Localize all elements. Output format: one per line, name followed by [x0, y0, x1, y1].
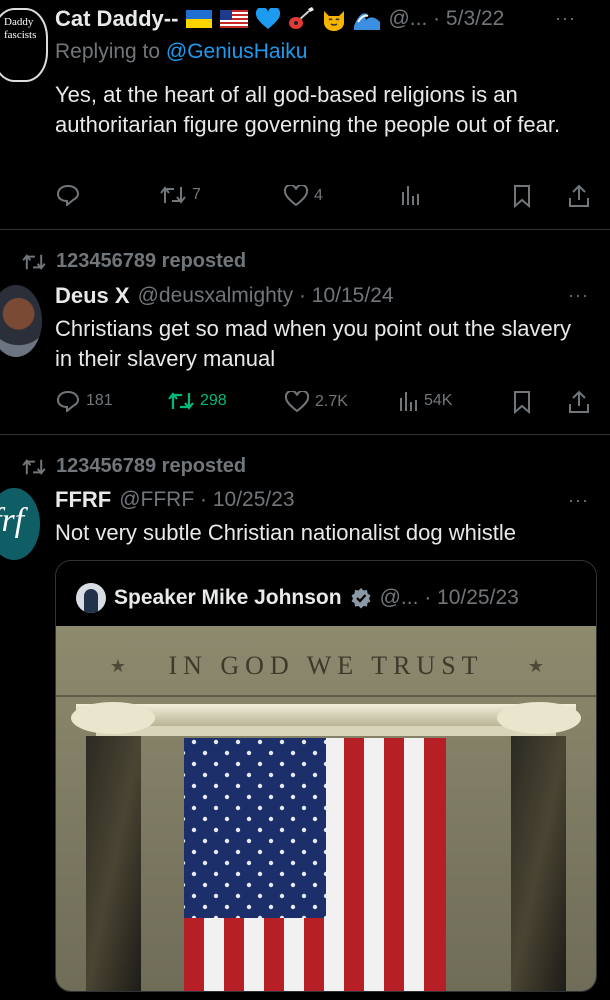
- tweet-text: Yes, at the heart of all god-based relig…: [55, 82, 561, 137]
- quote-handle-date: @... · 10/25/23: [379, 586, 519, 609]
- more-options-icon[interactable]: ···: [555, 8, 576, 29]
- share-icon: [569, 184, 589, 207]
- us-flag-icon: [220, 10, 249, 28]
- display-name[interactable]: Cat Daddy--: [55, 6, 178, 32]
- quote-header: Speaker Mike Johnson @... · 10/25/23: [76, 583, 519, 613]
- display-name[interactable]: FFRF: [55, 487, 111, 513]
- tweet-text: Christians get so mad when you point out…: [55, 316, 572, 371]
- share-button[interactable]: [568, 184, 590, 208]
- avatar-text: fascists: [4, 29, 37, 41]
- repost-button[interactable]: 298: [168, 391, 227, 411]
- handle-date[interactable]: @FFRF · 10/25/23: [119, 488, 294, 512]
- like-count: 2.7K: [315, 393, 348, 410]
- heart-icon: [284, 185, 308, 207]
- like-button[interactable]: 4: [284, 185, 323, 207]
- avatar-text: frf: [0, 502, 25, 539]
- repost-icon: [160, 186, 186, 204]
- bookmark-icon: [514, 185, 530, 208]
- quote-display-name: Speaker Mike Johnson: [114, 586, 342, 609]
- cat-face-icon: [324, 11, 345, 31]
- guitar-icon: [289, 7, 315, 29]
- replying-prefix: Replying to: [55, 40, 161, 63]
- reply-button[interactable]: [56, 184, 80, 206]
- american-flag: [184, 738, 446, 991]
- repost-label[interactable]: 123456789 reposted: [56, 455, 246, 478]
- engraved-motto: IN GOD WE TRUST: [168, 651, 483, 680]
- repost-icon: [22, 458, 46, 475]
- repost-button[interactable]: 7: [160, 185, 201, 205]
- tweet-header: Cat Daddy-- @... · 5/3/22: [55, 6, 504, 32]
- divider: [0, 434, 610, 435]
- analytics-icon: [402, 186, 419, 205]
- views-count: 54K: [424, 392, 453, 409]
- repost-count: 298: [200, 392, 227, 409]
- avatar[interactable]: Daddy fascists: [0, 8, 48, 82]
- repost-indicator: 123456789 reposted: [22, 455, 246, 478]
- avatar[interactable]: frf: [0, 488, 40, 560]
- wave-icon: [354, 13, 381, 30]
- quote-avatar: [76, 583, 106, 613]
- like-button[interactable]: 2.7K: [285, 391, 348, 413]
- blue-heart-icon: [256, 8, 281, 29]
- replying-handle-link[interactable]: @GeniusHaiku: [166, 40, 308, 63]
- avatar[interactable]: [0, 285, 42, 357]
- bookmark-button[interactable]: [512, 390, 532, 414]
- handle-date[interactable]: @deusxalmighty · 10/15/24: [138, 284, 394, 308]
- tweet-header: FFRF @FFRF · 10/25/23: [55, 487, 295, 513]
- heart-icon: [285, 391, 309, 413]
- ukraine-flag-icon: [186, 10, 213, 28]
- bookmark-button[interactable]: [512, 184, 532, 208]
- reply-icon: [56, 184, 80, 206]
- quote-image[interactable]: IN GOD WE TRUST ★ ★: [56, 626, 596, 991]
- repost-label[interactable]: 123456789 reposted: [56, 250, 246, 273]
- display-name[interactable]: Deus X: [55, 283, 130, 309]
- like-count: 4: [314, 187, 323, 204]
- analytics-icon: [400, 392, 417, 411]
- tweet-header: Deus X @deusxalmighty · 10/15/24: [55, 283, 394, 309]
- replying-to: Replying to @GeniusHaiku: [55, 40, 307, 64]
- views-button[interactable]: [400, 184, 420, 206]
- views-button[interactable]: 54K: [398, 390, 452, 412]
- more-options-icon[interactable]: ···: [568, 285, 589, 306]
- divider: [0, 229, 610, 230]
- reply-count: 181: [86, 392, 113, 409]
- star-ornament-icon: ★: [528, 656, 544, 676]
- reply-icon: [56, 390, 80, 412]
- repost-icon: [168, 392, 194, 410]
- repost-indicator: 123456789 reposted: [22, 250, 246, 273]
- handle-date[interactable]: @... · 5/3/22: [388, 7, 504, 31]
- more-options-icon[interactable]: ···: [568, 490, 589, 511]
- repost-icon: [22, 253, 46, 270]
- share-button[interactable]: [568, 390, 590, 414]
- bookmark-icon: [514, 391, 530, 414]
- repost-count: 7: [192, 186, 201, 203]
- share-icon: [569, 390, 589, 413]
- star-ornament-icon: ★: [110, 656, 126, 676]
- tweet-text: Not very subtle Christian nationalist do…: [55, 520, 517, 545]
- avatar-text: Daddy: [4, 16, 34, 28]
- quote-tweet-card[interactable]: Speaker Mike Johnson @... · 10/25/23 IN …: [55, 560, 597, 992]
- verified-badge-icon: [351, 588, 371, 609]
- reply-button[interactable]: 181: [56, 390, 113, 412]
